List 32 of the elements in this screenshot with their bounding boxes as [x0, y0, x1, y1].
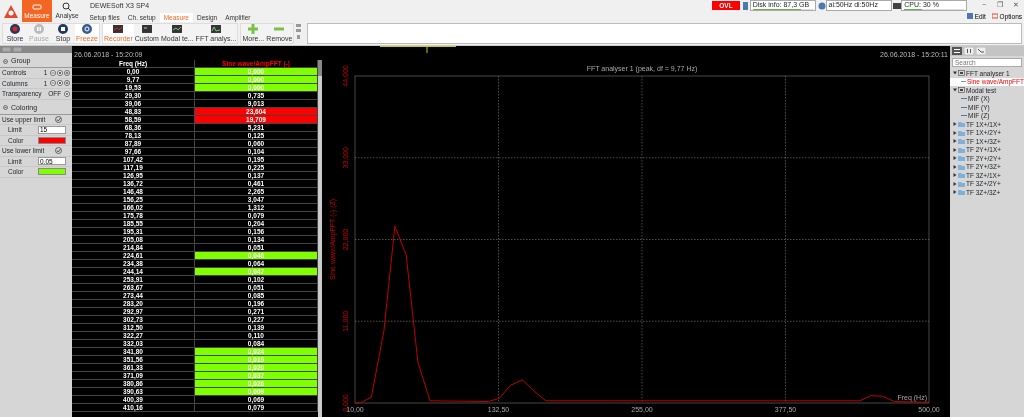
scrollbar[interactable] [318, 60, 322, 417]
command-field[interactable] [307, 23, 1022, 44]
decrease-button[interactable] [50, 69, 56, 76]
record-icon [10, 24, 20, 34]
collapse-icon[interactable] [3, 58, 8, 64]
search-icon [62, 2, 72, 13]
plus-icon [248, 24, 259, 34]
checkbox[interactable] [55, 147, 62, 155]
list-icon [991, 13, 998, 20]
module-icon [958, 70, 965, 77]
checkbox[interactable] [55, 115, 62, 123]
signal-icon [961, 80, 966, 84]
monitor-icon [210, 24, 221, 34]
chip-icon [893, 1, 902, 10]
columns-button[interactable] [964, 47, 974, 55]
increase-button[interactable] [64, 69, 70, 76]
decrease-button[interactable] [50, 80, 56, 87]
expanded-icon[interactable] [953, 71, 957, 76]
color-swatch[interactable] [38, 168, 66, 176]
time-cursor[interactable] [380, 46, 456, 56]
monitor-icon [172, 24, 183, 34]
tree-view-button[interactable] [952, 47, 962, 55]
color-swatch[interactable] [38, 136, 66, 144]
expanded-icon[interactable] [953, 88, 957, 93]
hierarchy-button[interactable] [976, 47, 986, 55]
monitor-icon [113, 24, 124, 34]
toggle-button[interactable] [64, 90, 70, 97]
logo-icon [4, 4, 18, 18]
increase-button[interactable] [64, 80, 70, 87]
pencil-icon [966, 13, 973, 20]
module-icon [958, 87, 965, 94]
collapse-icon[interactable] [3, 105, 8, 111]
